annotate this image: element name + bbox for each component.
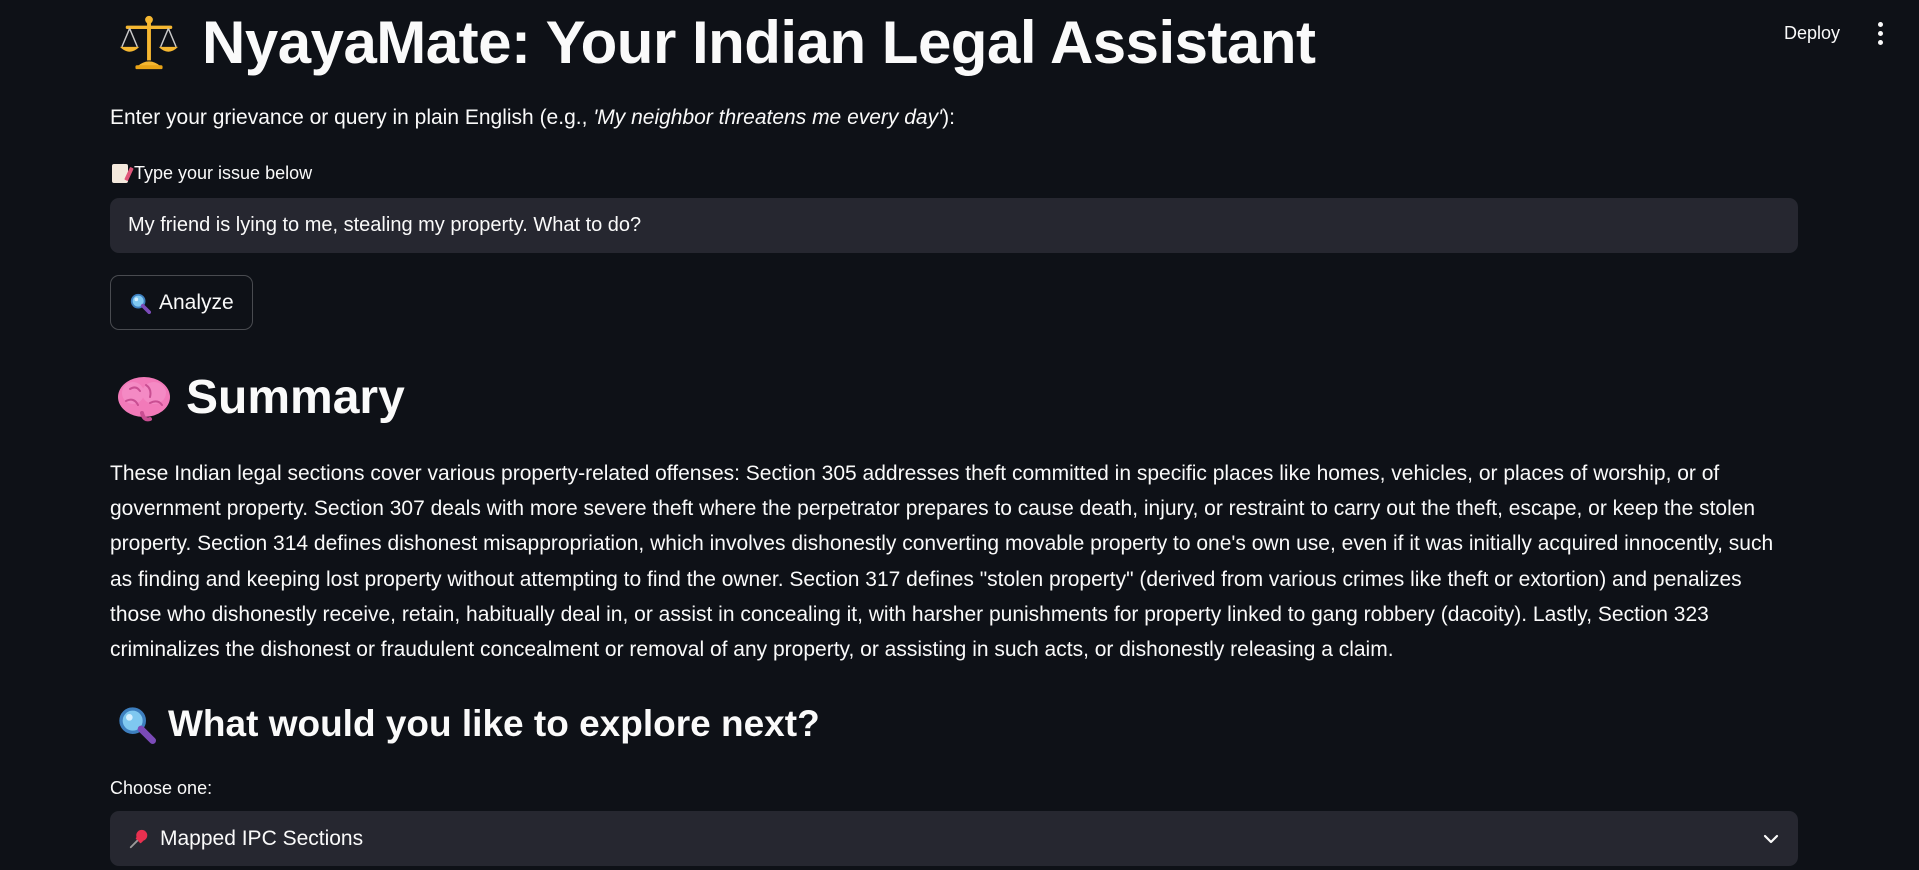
instructions-example: 'My neighbor threatens me every day': [593, 106, 943, 129]
magnifying-glass-icon: [119, 707, 156, 744]
instructions-prefix: Enter your grievance or query in plain E…: [110, 106, 594, 129]
instructions-text: Enter your grievance or query in plain E…: [110, 106, 955, 130]
summary-heading-text: Summary: [186, 371, 405, 424]
memo-icon: [112, 164, 128, 183]
kebab-menu-icon[interactable]: [1872, 18, 1889, 49]
brain-icon: [118, 376, 170, 421]
analyze-button[interactable]: Analyze: [110, 275, 253, 330]
analyze-button-label: Analyze: [159, 290, 234, 314]
issue-field-label-text: Type your issue below: [134, 163, 313, 183]
chevron-down-icon: [1763, 834, 1779, 843]
explore-heading-text: What would you like to explore next?: [168, 703, 820, 744]
choose-label: Choose one:: [110, 778, 213, 798]
issue-input[interactable]: [110, 198, 1798, 253]
explore-select-value: Mapped IPC Sections: [128, 827, 1762, 851]
issue-field-label: Type your issue below: [112, 163, 312, 184]
page-title: NyayaMate: Your Indian Legal Assistant: [118, 8, 1316, 77]
top-toolbar: Deploy: [1778, 18, 1889, 49]
page-title-text: NyayaMate: Your Indian Legal Assistant: [202, 9, 1316, 76]
app-page: Deploy NyayaMate: Your Indian Legal Assi…: [0, 0, 1919, 870]
explore-heading: What would you like to explore next?: [116, 703, 820, 745]
deploy-button[interactable]: Deploy: [1778, 19, 1846, 48]
summary-heading: Summary: [116, 370, 405, 425]
instructions-suffix: ):: [942, 106, 955, 129]
magnifying-glass-icon: [130, 293, 151, 314]
balance-scale-icon: [119, 15, 179, 69]
explore-select[interactable]: Mapped IPC Sections: [110, 811, 1798, 866]
pushpin-icon: [129, 829, 148, 848]
summary-text: These Indian legal sections cover variou…: [110, 462, 1774, 662]
explore-select-text: Mapped IPC Sections: [160, 826, 364, 850]
